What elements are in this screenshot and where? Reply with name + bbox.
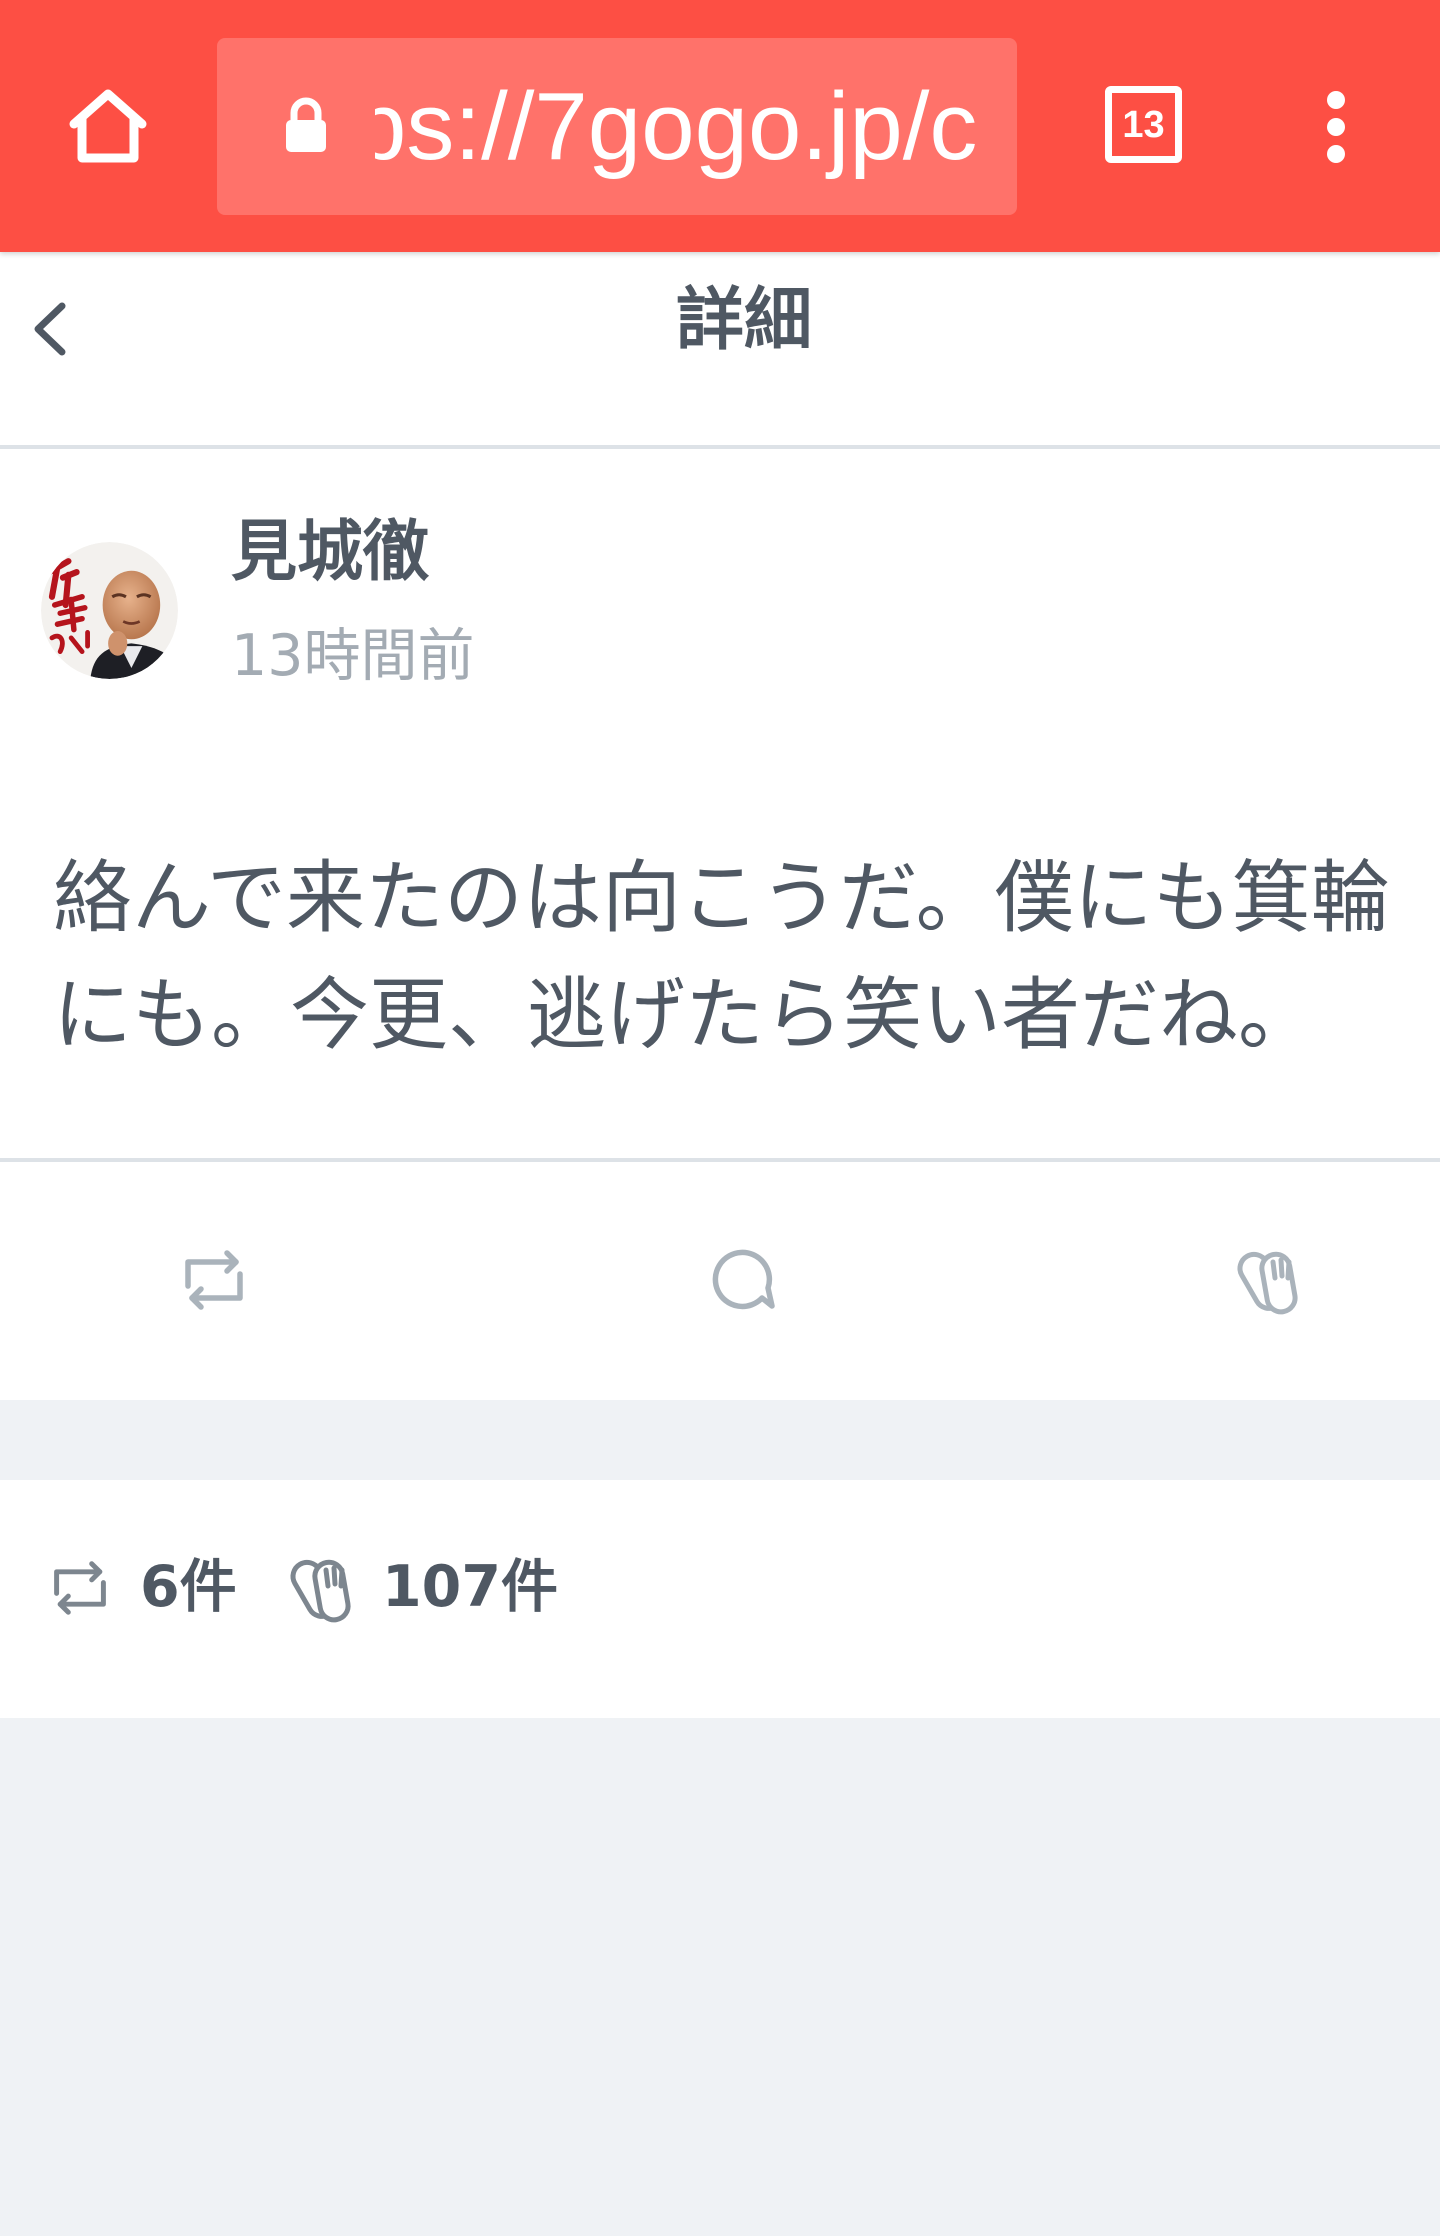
repost-icon[interactable] (44, 1552, 116, 1624)
menu-dot (1327, 145, 1345, 163)
clap-count[interactable]: 107件 (382, 1552, 558, 1622)
page-title: 詳細 (675, 281, 812, 360)
clap-icon[interactable] (282, 1548, 362, 1628)
clap-icon[interactable] (1229, 1240, 1309, 1320)
comment-icon[interactable] (704, 1240, 784, 1320)
menu-dot (1327, 91, 1345, 109)
avatar-image (41, 542, 178, 679)
author-name[interactable]: 見城徹 (231, 512, 429, 592)
avatar[interactable] (41, 542, 178, 679)
menu-dot (1327, 118, 1345, 136)
repost-icon[interactable] (174, 1240, 254, 1320)
tab-count: 13 (1122, 103, 1165, 146)
home-icon[interactable] (68, 86, 148, 166)
post-body: 絡んで来たのは向こうだ。僕にも箕輪にも。今更、逃げたら笑い者だね。 (53, 852, 1390, 1061)
overflow-menu-icon[interactable] (1326, 91, 1346, 163)
lock-icon (286, 97, 326, 152)
repost-count[interactable]: 6件 (140, 1552, 237, 1622)
url-display[interactable]: ps://7gogo.jp/c (375, 38, 985, 215)
url-text: ps://7gogo.jp/c (375, 73, 978, 180)
tab-switcher-button[interactable]: 13 (1105, 86, 1182, 163)
post-timestamp: 13時間前 (231, 623, 475, 689)
chevron-left-icon[interactable] (28, 298, 72, 360)
